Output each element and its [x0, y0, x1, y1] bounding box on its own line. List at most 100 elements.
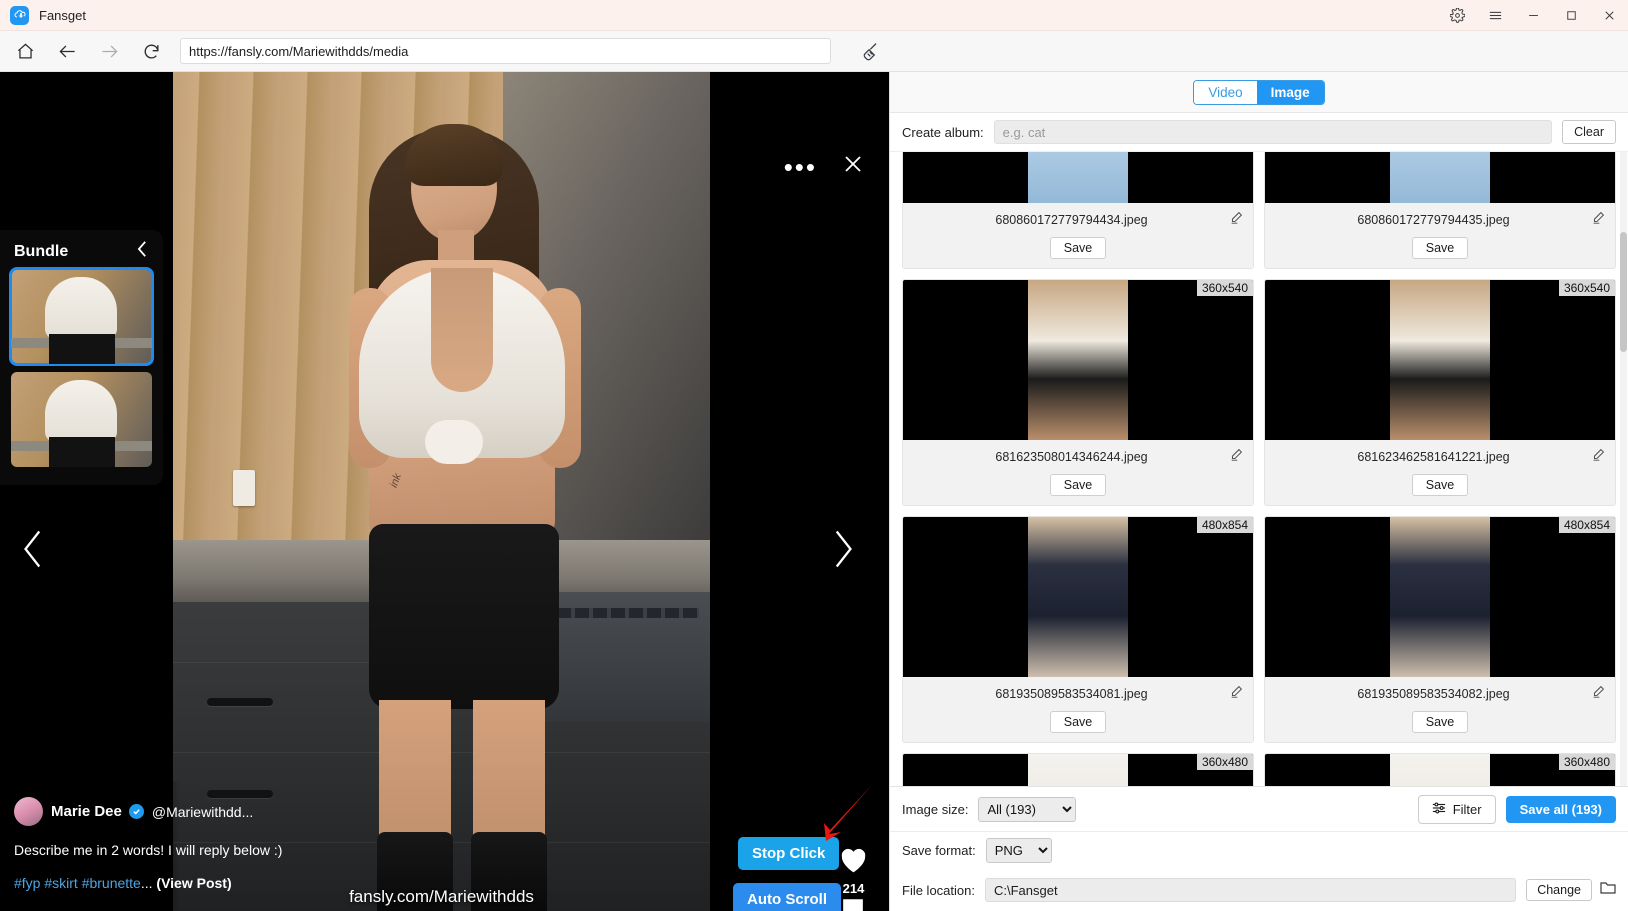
- bookmark-icon[interactable]: [840, 898, 866, 911]
- gear-icon[interactable]: [1438, 0, 1476, 31]
- minimize-icon[interactable]: [1514, 0, 1552, 31]
- pencil-edit-icon[interactable]: [1230, 448, 1243, 466]
- media-filename: 681935089583534081.jpeg: [995, 687, 1148, 701]
- red-arrow-pointer: [815, 782, 875, 849]
- more-dots-icon[interactable]: •••: [784, 154, 817, 180]
- chevron-right-icon[interactable]: [828, 527, 858, 576]
- home-icon[interactable]: [8, 34, 42, 68]
- filter-label: Filter: [1452, 801, 1482, 817]
- browser-pane: ink fansly.com/Mariewithdds ••• Bundle M…: [0, 72, 889, 911]
- pencil-edit-icon[interactable]: [1230, 685, 1243, 703]
- maximize-icon[interactable]: [1552, 0, 1590, 31]
- avatar[interactable]: [14, 797, 43, 826]
- save-button[interactable]: Save: [1411, 237, 1469, 259]
- pencil-edit-icon[interactable]: [1592, 685, 1605, 703]
- save-format-select[interactable]: PNG: [985, 838, 1052, 863]
- post-info-overlay: Marie Dee @Mariewithdd... Describe me in…: [0, 781, 283, 911]
- sliders-filter-icon: [1432, 801, 1446, 818]
- media-thumbnail[interactable]: 360x540: [1265, 280, 1615, 440]
- pencil-edit-icon[interactable]: [1230, 211, 1243, 229]
- media-filename: 681935089583534082.jpeg: [1357, 687, 1510, 701]
- size-badge: 360x540: [1196, 280, 1253, 296]
- media-type-tabs: Video Image: [890, 72, 1628, 113]
- media-card[interactable]: 680860172779794434.jpeg Save: [902, 152, 1254, 269]
- grid-scrollbar[interactable]: [1620, 152, 1627, 786]
- media-thumbnail[interactable]: [903, 152, 1253, 203]
- url-input[interactable]: [180, 38, 831, 64]
- size-badge: 480x854: [1196, 517, 1253, 533]
- media-filename: 680860172779794434.jpeg: [995, 213, 1148, 227]
- save-button[interactable]: Save: [1049, 237, 1107, 259]
- close-icon[interactable]: [841, 152, 865, 181]
- heart-icon[interactable]: [838, 845, 869, 879]
- media-filename: 680860172779794435.jpeg: [1357, 213, 1510, 227]
- create-album-bar: Create album: Clear: [890, 113, 1628, 152]
- media-thumbnail[interactable]: 360x540: [903, 280, 1253, 440]
- hamburger-menu-icon[interactable]: [1476, 0, 1514, 31]
- save-button[interactable]: Save: [1411, 474, 1469, 496]
- media-filename: 681623462581641221.jpeg: [1357, 450, 1510, 464]
- media-grid-container: 680860172779794434.jpeg Save 68086017277…: [890, 152, 1628, 786]
- file-location-label: File location:: [902, 882, 975, 898]
- size-badge: 360x480: [1558, 754, 1615, 770]
- pencil-edit-icon[interactable]: [1592, 211, 1605, 229]
- create-album-input[interactable]: [993, 120, 1553, 144]
- forward-icon[interactable]: [92, 34, 126, 68]
- media-card[interactable]: 480x854 681935089583534082.jpeg Save: [1264, 516, 1616, 743]
- filter-button[interactable]: Filter: [1417, 794, 1496, 824]
- media-card[interactable]: 480x854 681935089583534081.jpeg Save: [902, 516, 1254, 743]
- post-caption: Describe me in 2 words! I will reply bel…: [14, 842, 283, 858]
- bundle-thumb-2[interactable]: [11, 372, 152, 467]
- view-post-link[interactable]: (View Post): [156, 875, 231, 891]
- chevron-left-icon[interactable]: [136, 240, 149, 263]
- image-size-label: Image size:: [902, 801, 969, 817]
- media-thumbnail[interactable]: [1265, 152, 1615, 203]
- media-card[interactable]: 360x540 681623462581641221.jpeg Save: [1264, 279, 1616, 506]
- save-all-button[interactable]: Save all (193): [1505, 795, 1616, 823]
- media-thumbnail[interactable]: 480x854: [1265, 517, 1615, 677]
- scrollbar-thumb[interactable]: [1620, 232, 1627, 352]
- create-album-label: Create album:: [902, 124, 984, 140]
- back-icon[interactable]: [50, 34, 84, 68]
- size-badge: 360x540: [1558, 280, 1615, 296]
- save-button[interactable]: Save: [1049, 711, 1107, 733]
- media-watermark: fansly.com/Mariewithdds: [349, 887, 534, 906]
- media-card[interactable]: 360x540 681623508014346244.jpeg Save: [902, 279, 1254, 506]
- media-thumbnail[interactable]: 360x480: [903, 754, 1253, 786]
- browser-nav-bar: [0, 31, 1628, 72]
- bundle-thumb-1[interactable]: [9, 267, 154, 366]
- tab-video[interactable]: Video: [1194, 80, 1257, 104]
- auto-scroll-button[interactable]: Auto Scroll: [733, 883, 842, 911]
- close-icon[interactable]: [1590, 0, 1628, 31]
- media-grid: 680860172779794434.jpeg Save 68086017277…: [902, 152, 1616, 786]
- media-filename: 681623508014346244.jpeg: [995, 450, 1148, 464]
- verified-check-icon: [128, 804, 144, 819]
- chevron-left-icon[interactable]: [18, 527, 48, 576]
- tab-image[interactable]: Image: [1256, 80, 1324, 104]
- media-thumbnail[interactable]: 360x480: [1265, 754, 1615, 786]
- image-size-select[interactable]: All (193): [978, 796, 1077, 822]
- media-card[interactable]: 360x480 Save: [902, 753, 1254, 786]
- clear-button[interactable]: Clear: [1562, 120, 1616, 144]
- save-button[interactable]: Save: [1049, 474, 1107, 496]
- reload-icon[interactable]: [134, 34, 168, 68]
- media-viewer-image[interactable]: ink fansly.com/Mariewithdds: [173, 72, 710, 911]
- like-group[interactable]: 214: [838, 845, 869, 896]
- post-tags: #fyp #skirt #brunette... (View Post): [14, 875, 232, 891]
- size-badge: 480x854: [1558, 517, 1615, 533]
- downloader-panel: Video Image Create album: Clear 68086017…: [889, 72, 1628, 911]
- post-hashtags[interactable]: #fyp #skirt #brunette: [14, 875, 141, 891]
- title-bar: Fansget: [0, 0, 1628, 31]
- viewer-top-controls: •••: [784, 152, 865, 181]
- pencil-edit-icon[interactable]: [1592, 448, 1605, 466]
- media-thumbnail[interactable]: 480x854: [903, 517, 1253, 677]
- file-location-input[interactable]: [984, 878, 1517, 902]
- app-title: Fansget: [39, 7, 86, 23]
- save-button[interactable]: Save: [1411, 711, 1469, 733]
- media-card[interactable]: 680860172779794435.jpeg Save: [1264, 152, 1616, 269]
- change-button[interactable]: Change: [1526, 879, 1592, 901]
- folder-icon[interactable]: [1600, 880, 1616, 901]
- broom-clean-icon[interactable]: [853, 34, 891, 68]
- media-card[interactable]: 360x480 Save: [1264, 753, 1616, 786]
- post-handle[interactable]: @Mariewithdd...: [152, 804, 253, 820]
